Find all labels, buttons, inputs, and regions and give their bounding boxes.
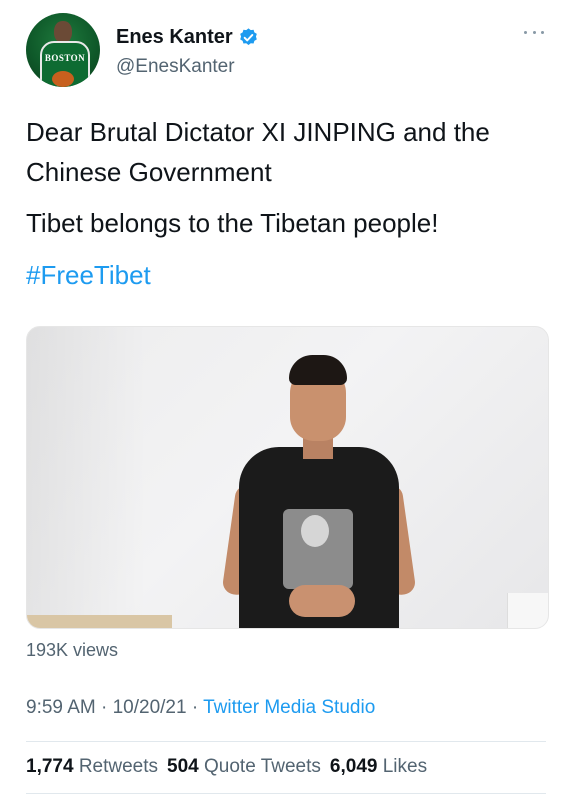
tweet-date[interactable]: 10/20/21 <box>113 697 187 718</box>
user-handle[interactable]: @EnesKanter <box>116 56 235 78</box>
quote-tweets-count: 504 <box>167 756 199 777</box>
video-person-hands <box>289 585 355 617</box>
video-shelf <box>27 615 172 628</box>
video-media[interactable] <box>26 326 549 629</box>
tweet-line-2: Tibet belongs to the Tibetan people! <box>26 208 439 238</box>
meta-separator-1: · <box>95 697 113 718</box>
hashtag-link[interactable]: #FreeTibet <box>26 255 151 295</box>
likes-label: Likes <box>382 756 428 777</box>
tweet-text: Dear Brutal Dictator XI JINPING and the … <box>26 112 556 290</box>
meta-separator-2: · <box>186 697 204 718</box>
source-link[interactable]: Twitter Media Studio <box>203 697 375 718</box>
quote-tweets-label: Quote Tweets <box>204 756 321 777</box>
video-wall-shadow <box>27 327 147 628</box>
divider <box>26 741 546 742</box>
video-corner-object <box>507 593 548 628</box>
retweets-label: Retweets <box>78 756 159 777</box>
view-count: 193K views <box>26 640 119 660</box>
display-name[interactable]: Enes Kanter <box>116 26 233 49</box>
quote-tweets-stat[interactable]: 504 Quote Tweets <box>167 756 321 777</box>
avatar-head <box>54 21 72 43</box>
tweet-header: BOSTON Enes Kanter @EnesKanter <box>26 13 546 89</box>
more-options-icon[interactable] <box>524 31 544 39</box>
retweets-stat[interactable]: 1,774 Retweets <box>26 756 158 777</box>
basketball-icon <box>52 71 74 87</box>
tweet-line-1: Dear Brutal Dictator XI JINPING and the … <box>26 117 490 187</box>
likes-stat[interactable]: 6,049 Likes <box>330 756 427 777</box>
video-person-hair <box>289 355 347 385</box>
likes-count: 6,049 <box>329 756 378 777</box>
divider <box>26 793 546 794</box>
engagement-stats: 1,774 Retweets 504 Quote Tweets 6,049 Like… <box>26 756 427 778</box>
tweet-time[interactable]: 9:59 AM <box>26 697 96 718</box>
avatar[interactable]: BOSTON <box>26 13 100 87</box>
avatar-jersey-text: BOSTON <box>44 53 86 63</box>
video-shirt-print-face <box>301 515 329 547</box>
name-row: Enes Kanter <box>116 26 259 49</box>
retweets-count: 1,774 <box>26 756 74 777</box>
tweet-meta: 9:59 AM · 10/20/21 · Twitter Media Studi… <box>26 697 375 719</box>
verified-badge-icon <box>239 28 257 45</box>
